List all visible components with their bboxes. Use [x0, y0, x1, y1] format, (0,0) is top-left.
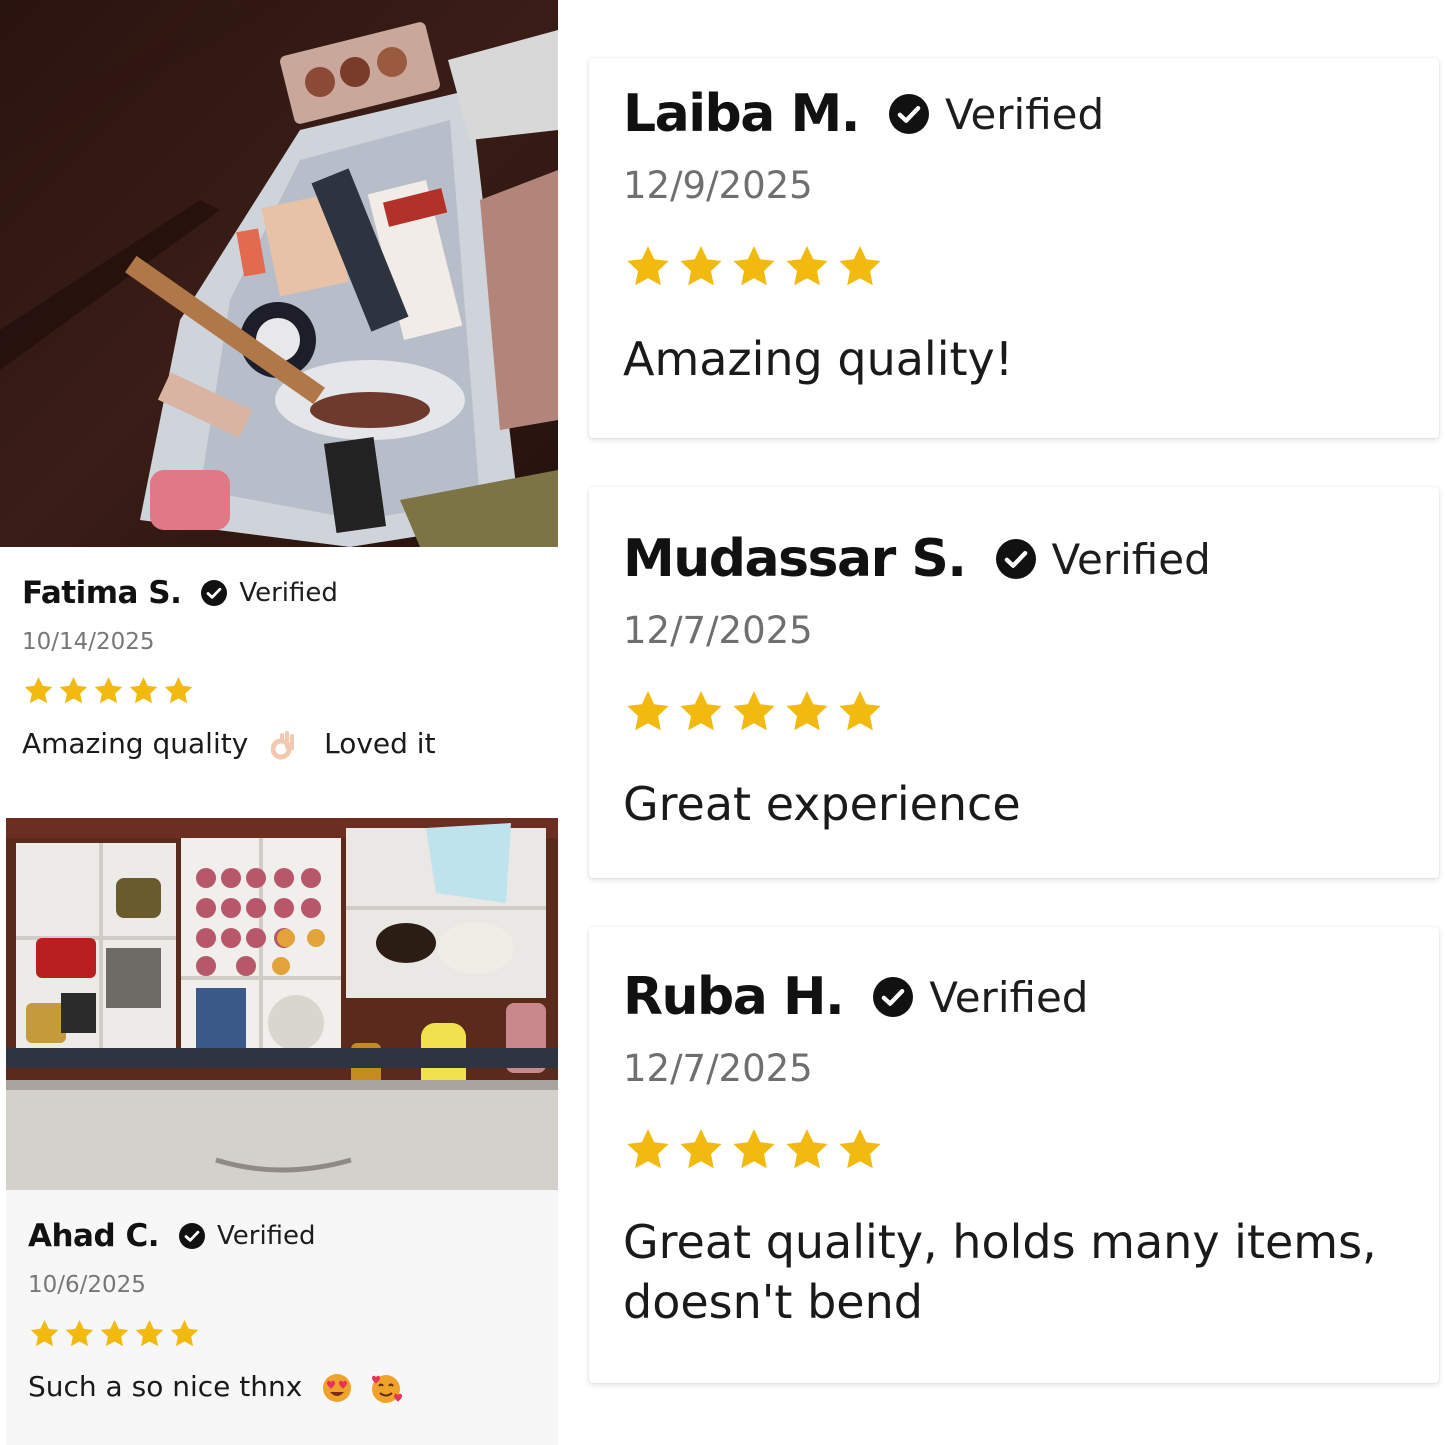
verified-check-icon	[995, 539, 1036, 579]
verified-check-icon	[179, 1223, 205, 1249]
review-text: Such a so nice thnx	[28, 1370, 558, 1404]
review-text: Great quality, holds many items, doesn't…	[623, 1215, 1377, 1329]
verified-label: Verified	[929, 972, 1089, 1022]
star-icon	[733, 246, 775, 286]
review-date: 12/9/2025	[623, 164, 813, 207]
star-icon	[129, 677, 158, 704]
verified-check-icon	[873, 977, 914, 1017]
star-icon	[59, 677, 88, 704]
review-text-part2: Loved it	[324, 727, 436, 760]
star-icon	[839, 691, 881, 731]
star-icon	[135, 1320, 164, 1347]
star-rating	[623, 1126, 1439, 1174]
verified-label: Verified	[944, 89, 1105, 139]
star-icon	[786, 1129, 828, 1169]
star-icon	[839, 246, 881, 286]
review-date: 10/6/2025	[28, 1272, 146, 1298]
star-icon	[733, 691, 775, 731]
reviewer-name: Mudassar S.	[623, 529, 967, 589]
star-icon	[680, 691, 722, 731]
reviews-collage: Fatima S. Verified 10/14/2025 Amazing qu…	[0, 0, 1445, 1445]
review-card-fatima: Fatima S. Verified 10/14/2025 Amazing qu…	[0, 547, 558, 809]
heart-eyes-emoji-icon	[323, 1374, 352, 1402]
star-rating	[623, 243, 1439, 291]
star-icon	[170, 1320, 199, 1347]
reviewer-name: Ahad C.	[28, 1218, 160, 1254]
review-header: Ruba H. Verified	[623, 967, 1439, 1027]
smiling-face-with-hearts-emoji-icon	[372, 1375, 403, 1403]
review-card-ahad: Ahad C. Verified 10/6/2025 Such a so nic…	[6, 1190, 558, 1445]
review-header: Mudassar S. Verified	[623, 529, 1439, 589]
review-date: 12/7/2025	[623, 609, 813, 652]
verified-check-icon	[888, 94, 929, 134]
review-date: 12/7/2025	[623, 1047, 813, 1090]
verified-check-icon	[201, 580, 228, 606]
star-icon	[786, 246, 828, 286]
star-rating	[22, 675, 558, 707]
review-header: Laiba M. Verified	[623, 84, 1439, 144]
star-icon	[680, 1129, 722, 1169]
star-icon	[164, 677, 193, 704]
review-text-part1: Amazing quality	[22, 727, 249, 760]
star-icon	[786, 691, 828, 731]
star-icon	[680, 246, 722, 286]
verified-label: Verified	[239, 578, 338, 608]
reviewer-name: Fatima S.	[22, 575, 182, 611]
ok-hand-emoji-icon	[271, 731, 295, 760]
review-header: Ahad C. Verified	[28, 1218, 558, 1254]
review-photo-makeup-organizer[interactable]	[0, 0, 558, 547]
photo-illustration	[0, 0, 558, 547]
star-icon	[627, 691, 669, 731]
star-icon	[733, 1129, 775, 1169]
reviewer-name: Laiba M.	[623, 84, 860, 144]
reviewer-name: Ruba H.	[623, 967, 845, 1027]
star-icon	[65, 1320, 94, 1347]
review-card-laiba: Laiba M. Verified 12/9/2025 Amazing qual…	[589, 58, 1439, 438]
review-date: 10/14/2025	[22, 629, 155, 655]
star-rating	[28, 1318, 558, 1350]
star-icon	[627, 246, 669, 286]
review-photo-drawer-organizer[interactable]	[6, 818, 558, 1190]
verified-label: Verified	[217, 1221, 316, 1251]
review-text: Great experience	[623, 777, 1021, 831]
review-text: Amazing quality Loved it	[22, 727, 558, 761]
star-rating	[623, 688, 1439, 736]
review-text: Amazing quality!	[623, 332, 1014, 386]
star-icon	[30, 1320, 59, 1347]
star-icon	[627, 1129, 669, 1169]
star-icon	[94, 677, 123, 704]
star-icon	[24, 677, 53, 704]
star-icon	[100, 1320, 129, 1347]
photo-illustration	[6, 818, 558, 1190]
verified-label: Verified	[1051, 534, 1211, 584]
review-header: Fatima S. Verified	[22, 575, 558, 611]
star-icon	[839, 1129, 881, 1169]
review-card-ruba: Ruba H. Verified 12/7/2025 Great quality…	[589, 927, 1439, 1383]
review-text-body: Such a so nice thnx	[28, 1370, 303, 1403]
review-card-mudassar: Mudassar S. Verified 12/7/2025 Great exp…	[589, 487, 1439, 878]
